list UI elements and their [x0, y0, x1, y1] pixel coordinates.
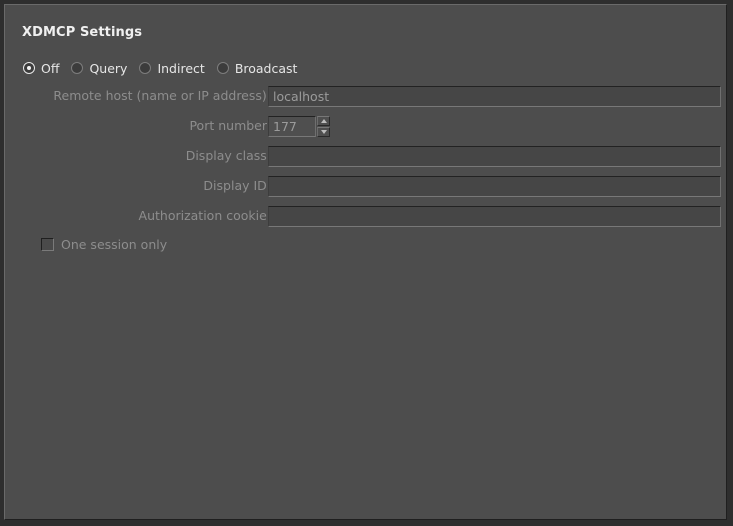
radio-label-query: Query — [89, 60, 128, 76]
label-port-number: Port number: — [189, 118, 271, 133]
radio-mark-query-icon — [71, 62, 84, 74]
port-spin-up-button[interactable] — [317, 116, 330, 126]
port-number-input[interactable] — [268, 116, 316, 137]
form-row-port-number: Port number: — [5, 116, 726, 137]
page-title: XDMCP Settings — [22, 25, 143, 40]
label-display-id: Display ID: — [203, 178, 271, 193]
triangle-down-icon — [320, 130, 327, 134]
xdmcp-settings-window: XDMCP Settings Off Query Indirect Broadc… — [0, 0, 733, 526]
form-row-authorization-cookie: Authorization cookie: — [5, 206, 726, 227]
label-remote-host: Remote host (name or IP address): — [53, 88, 271, 103]
authorization-cookie-input[interactable] — [268, 206, 721, 227]
display-class-input[interactable] — [268, 146, 721, 167]
radio-label-off: Off — [41, 60, 60, 76]
settings-panel: XDMCP Settings Off Query Indirect Broadc… — [4, 4, 727, 520]
port-number-spinner — [268, 116, 330, 137]
radio-option-off[interactable]: Off — [23, 61, 59, 76]
label-display-class: Display class: — [185, 148, 271, 163]
form-row-remote-host: Remote host (name or IP address): — [5, 86, 726, 107]
triangle-up-icon — [320, 119, 327, 123]
form-row-display-id: Display ID: — [5, 176, 726, 197]
radio-mark-indirect-icon — [139, 62, 152, 74]
xdmcp-mode-radio-group: Off Query Indirect Broadcast — [23, 60, 309, 76]
radio-mark-off-icon — [23, 62, 35, 74]
form-row-display-class: Display class: — [5, 146, 726, 167]
radio-option-indirect[interactable]: Indirect — [139, 60, 205, 76]
one-session-only-checkbox[interactable] — [41, 237, 54, 251]
radio-option-broadcast[interactable]: Broadcast — [216, 60, 298, 76]
label-authorization-cookie: Authorization cookie: — [138, 208, 271, 223]
one-session-only-label: One session only — [61, 236, 168, 252]
remote-host-input[interactable] — [268, 86, 721, 107]
radio-option-query[interactable]: Query — [71, 61, 127, 76]
radio-mark-broadcast-icon — [216, 62, 229, 74]
radio-label-broadcast: Broadcast — [234, 60, 298, 76]
display-id-input[interactable] — [268, 176, 721, 197]
port-spin-down-button[interactable] — [317, 127, 330, 137]
one-session-only-row[interactable]: One session only — [41, 236, 167, 252]
radio-label-indirect: Indirect — [157, 60, 205, 76]
